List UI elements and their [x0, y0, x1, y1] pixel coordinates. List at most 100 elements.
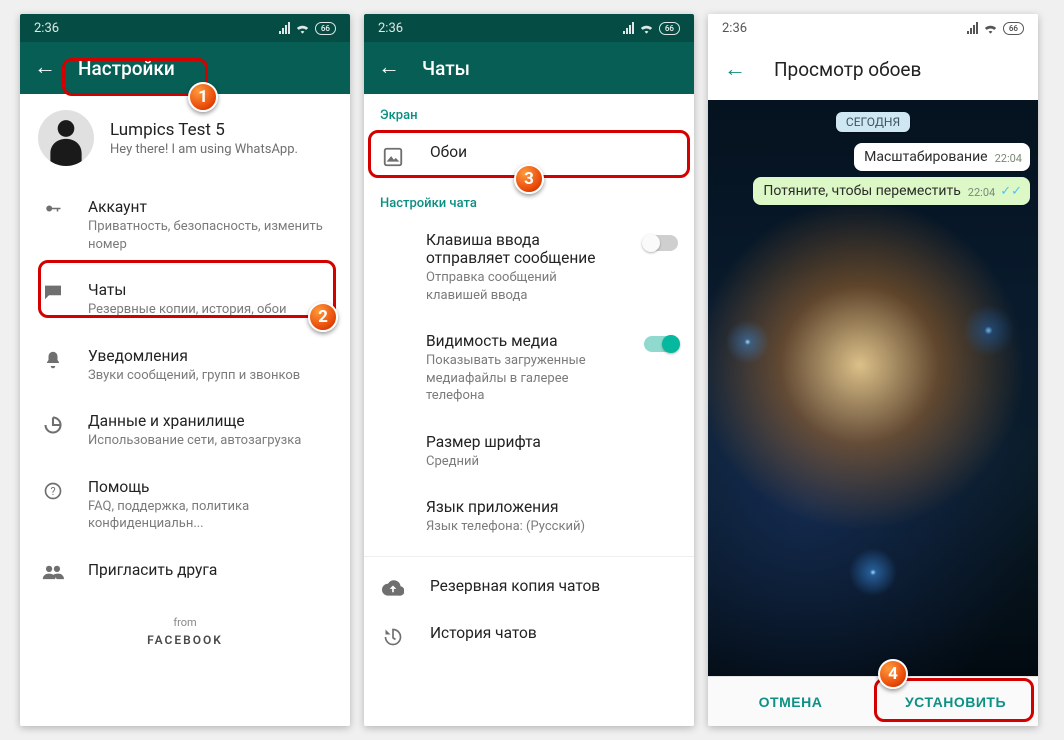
status-time: 2:36 [34, 21, 59, 36]
row-font-size[interactable]: Размер шрифта Средний [364, 419, 694, 485]
item-notifications[interactable]: Уведомления Звуки сообщений, групп и зво… [20, 333, 350, 399]
row-title: Клавиша ввода отправляет сообщение [426, 231, 618, 267]
back-arrow-icon[interactable]: ← [378, 57, 400, 79]
key-icon [42, 201, 64, 219]
back-arrow-icon[interactable]: ← [724, 56, 746, 82]
row-sub: Язык телефона: (Русский) [426, 518, 585, 536]
data-usage-icon [42, 415, 64, 435]
battery-icon: 66 [659, 22, 680, 35]
item-data[interactable]: Данные и хранилище Использование сети, а… [20, 398, 350, 464]
preview-header: ← Просмотр обоев [708, 42, 1038, 100]
facebook-label: FACEBOOK [20, 633, 350, 647]
profile-name: Lumpics Test 5 [110, 120, 298, 140]
page-title: Просмотр обоев [774, 58, 921, 81]
item-help[interactable]: ? Помощь FAQ, поддержка, политика конфид… [20, 464, 350, 547]
row-title: Резервная копия чатов [430, 577, 600, 595]
item-sub: Использование сети, автозагрузка [88, 432, 301, 450]
signal-icon [279, 22, 290, 34]
appbar-chats: ← Чаты [364, 42, 694, 94]
status-time: 2:36 [722, 21, 747, 36]
row-media-visibility[interactable]: Видимость медиа Показывать загруженные м… [364, 318, 694, 419]
item-title: Помощь [88, 478, 334, 496]
item-title: Чаты [88, 281, 287, 299]
message-bubble-scale: Масштабирование 22:04 [854, 143, 1030, 171]
item-sub: FAQ, поддержка, политика конфиденциальн.… [88, 498, 334, 533]
people-icon [42, 564, 64, 580]
page-title: Чаты [422, 57, 470, 80]
item-sub: Приватность, безопасность, изменить номе… [88, 218, 334, 253]
step-badge-2: 2 [308, 302, 338, 332]
item-title: Пригласить друга [88, 561, 217, 579]
from-facebook: from FACEBOOK [20, 616, 350, 647]
message-text: Масштабирование [864, 149, 987, 165]
row-backup[interactable]: Резервная копия чатов [364, 563, 694, 610]
back-arrow-icon[interactable]: ← [34, 57, 56, 79]
row-history[interactable]: История чатов [364, 610, 694, 661]
item-sub: Резервные копии, история, обои [88, 301, 287, 319]
statusbar: 2:36 66 [364, 14, 694, 42]
signal-icon [967, 22, 978, 34]
avatar [38, 110, 94, 166]
message-time: 22:04 [995, 152, 1022, 165]
status-icons: 66 [967, 22, 1024, 35]
item-title: Уведомления [88, 347, 300, 365]
row-app-language[interactable]: Язык приложения Язык телефона: (Русский) [364, 484, 694, 550]
step-badge-3: 3 [514, 164, 544, 194]
screen-preview: 2:36 66 ← Просмотр обоев СЕГОДНЯ Масштаб… [708, 14, 1038, 726]
wallpaper-preview[interactable]: СЕГОДНЯ Масштабирование 22:04 Потяните, … [708, 100, 1038, 676]
message-text: Потяните, чтобы переместить [763, 183, 960, 199]
row-title: Обои [430, 143, 467, 161]
status-time: 2:36 [378, 21, 403, 36]
item-invite[interactable]: Пригласить друга [20, 547, 350, 594]
page-title: Настройки [78, 57, 175, 80]
cancel-button[interactable]: ОТМЕНА [708, 677, 873, 726]
item-title: Аккаунт [88, 198, 334, 216]
date-pill: СЕГОДНЯ [836, 112, 910, 132]
help-icon: ? [42, 481, 64, 501]
read-ticks-icon: ✓✓ [1000, 184, 1022, 199]
item-account[interactable]: Аккаунт Приватность, безопасность, измен… [20, 184, 350, 267]
row-sub: Отправка сообщений клавишей ввода [426, 269, 618, 304]
step-badge-4: 4 [878, 659, 908, 689]
screen-settings: 2:36 66 ← Настройки Lumpics Test 5 Hey t… [20, 14, 350, 726]
row-title: Видимость медиа [426, 332, 618, 350]
chat-icon [42, 284, 64, 300]
row-title: Размер шрифта [426, 433, 541, 451]
step-badge-1: 1 [188, 82, 218, 112]
from-label: from [20, 616, 350, 629]
svg-text:?: ? [50, 485, 55, 498]
toggle-enter-sends[interactable] [644, 235, 678, 251]
battery-icon: 66 [1003, 22, 1024, 35]
appbar-settings: ← Настройки [20, 42, 350, 94]
item-chats[interactable]: Чаты Резервные копии, история, обои [20, 267, 350, 333]
toggle-media-visibility[interactable] [644, 336, 678, 352]
wifi-icon [639, 22, 654, 34]
row-title: Язык приложения [426, 498, 585, 516]
screen-chats: 2:36 66 ← Чаты Экран Обои Настройки чата… [364, 14, 694, 726]
footer-actions: ОТМЕНА УСТАНОВИТЬ [708, 676, 1038, 726]
item-title: Данные и хранилище [88, 412, 301, 430]
status-icons: 66 [623, 22, 680, 35]
statusbar: 2:36 66 [20, 14, 350, 42]
row-title: История чатов [430, 624, 537, 642]
section-label-screen: Экран [364, 94, 694, 129]
statusbar: 2:36 66 [708, 14, 1038, 42]
row-sub: Показывать загруженные медиафайлы в гале… [426, 352, 618, 405]
profile-status: Hey there! I am using WhatsApp. [110, 142, 298, 157]
wallpaper-icon [382, 146, 404, 168]
row-sub: Средний [426, 453, 541, 471]
divider [364, 556, 694, 557]
message-time: 22:04 [968, 186, 995, 199]
item-sub: Звуки сообщений, групп и звонков [88, 367, 300, 385]
history-icon [382, 627, 404, 647]
wifi-icon [295, 22, 310, 34]
wifi-icon [983, 22, 998, 34]
cloud-up-icon [382, 580, 404, 596]
battery-icon: 66 [315, 22, 336, 35]
row-enter-sends[interactable]: Клавиша ввода отправляет сообщение Отпра… [364, 217, 694, 318]
settings-content: Lumpics Test 5 Hey there! I am using Wha… [20, 94, 350, 726]
status-icons: 66 [279, 22, 336, 35]
profile-row[interactable]: Lumpics Test 5 Hey there! I am using Wha… [20, 94, 350, 184]
signal-icon [623, 22, 634, 34]
bell-icon [42, 350, 64, 370]
